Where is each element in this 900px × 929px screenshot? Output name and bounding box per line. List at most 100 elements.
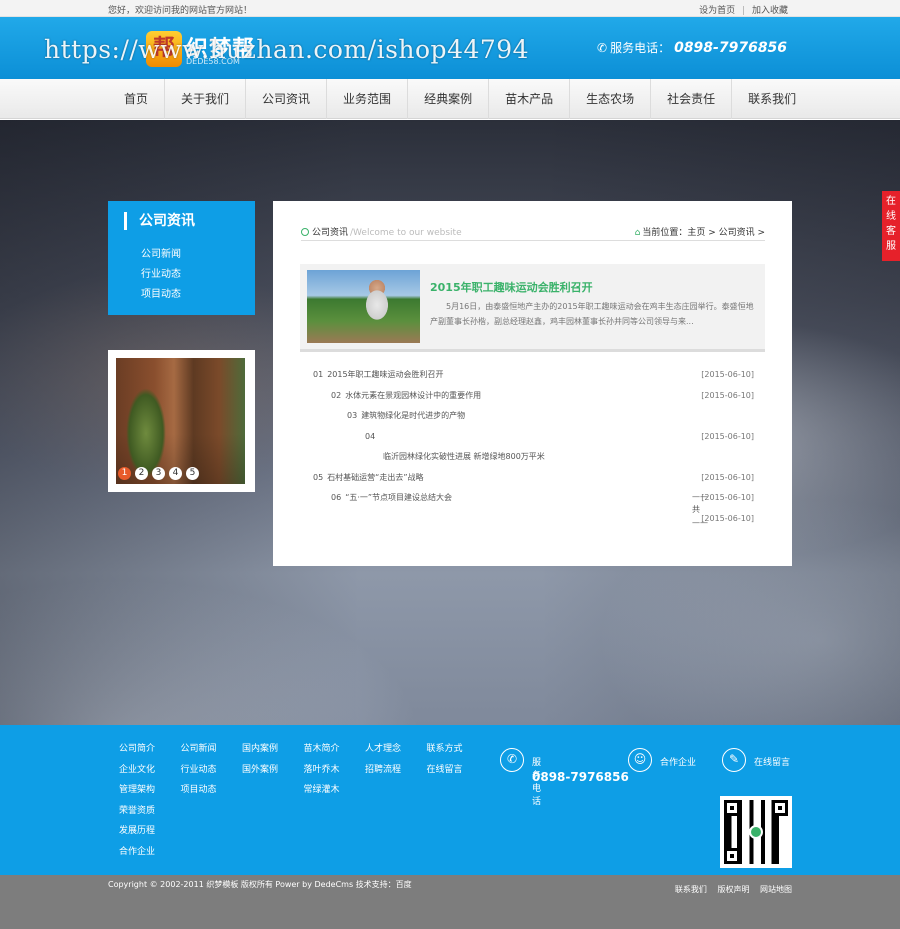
online-char: 客 <box>886 226 896 237</box>
footer-link[interactable]: 发展历程 <box>119 821 181 842</box>
slider-dot[interactable]: 2 <box>135 467 148 480</box>
breadcrumb-links[interactable]: 主页 > 公司资讯 > <box>687 228 765 238</box>
nav-item-home[interactable]: 首页 <box>108 79 166 119</box>
circle-arrow-icon <box>301 228 309 236</box>
featured-news-title[interactable]: 2015年职工趣味运动会胜利召开 <box>430 279 593 295</box>
phone-number: 0898-7976856 <box>674 40 788 56</box>
nav-item-products[interactable]: 苗木产品 <box>489 79 571 119</box>
featured-news[interactable]: 2015年职工趣味运动会胜利召开 5月16日，由泰盛恒地产主办的2015年职工趣… <box>300 264 765 352</box>
online-service-tab[interactable]: 在 线 客 服 <box>882 191 900 261</box>
online-char: 服 <box>886 241 896 252</box>
news-item[interactable]: 04 [2015-06-10] <box>313 427 754 448</box>
news-number: 05 <box>313 472 324 482</box>
slider-dot[interactable]: 3 <box>152 467 165 480</box>
footer-link[interactable]: 在线留言 <box>427 760 489 781</box>
nav-item-contact[interactable]: 联系我们 <box>732 79 812 119</box>
nav-item-about[interactable]: 关于我们 <box>165 79 247 119</box>
news-title[interactable]: 2015年职工趣味运动会胜利召开 <box>327 370 443 379</box>
footer-link[interactable]: 管理架构 <box>119 780 181 801</box>
nav-item-farm[interactable]: 生态农场 <box>570 79 652 119</box>
phone-label: 服务电话： <box>610 41 671 55</box>
footer-column: 公司新闻 行业动态 项目动态 <box>181 739 243 862</box>
online-char: 在 <box>886 196 896 207</box>
footer-link[interactable]: 企业文化 <box>119 760 181 781</box>
footer-link[interactable]: 人才理念 <box>365 739 427 760</box>
section-title-text: 公司资讯 <box>312 228 349 238</box>
site-header: 帮 织梦帮 DEDE58.COM https://www.huzhan.com/… <box>0 17 900 79</box>
footer-link[interactable]: 落叶乔木 <box>304 760 366 781</box>
site-footer: 公司简介 企业文化 管理架构 荣誉资质 发展历程 合作企业 公司新闻 行业动态 项目动态 国内案例… <box>0 725 900 875</box>
news-title[interactable]: 建筑物绿化是时代进步的产物 <box>361 411 465 420</box>
breadcrumb: ⌂ 当前位置：主页 > 公司资讯 > <box>635 225 765 238</box>
slider-dot[interactable]: 4 <box>169 467 182 480</box>
footer-column: 联系方式 在线留言 <box>427 739 489 862</box>
nav-item-cases[interactable]: 经典案例 <box>408 79 490 119</box>
footer-link[interactable]: 苗木简介 <box>304 739 366 760</box>
footer-link[interactable]: 公司新闻 <box>181 739 243 760</box>
news-title[interactable]: 水体元素在景观园林设计中的重要作用 <box>345 391 481 400</box>
news-list: 01 2015年职工趣味运动会胜利召开 [2015-06-10] 02 水体元素在景观园… <box>313 365 754 529</box>
handshake-icon: ☺ <box>628 748 652 772</box>
footer-link[interactable]: 国内案例 <box>242 739 304 760</box>
footer-partner[interactable]: ☺ 合作企业 <box>628 748 696 772</box>
top-links: 设为首页 | 加入收藏 <box>699 3 788 16</box>
sidebar-item-industry[interactable]: 行业动态 <box>141 265 181 285</box>
set-home-link[interactable]: 设为首页 <box>699 6 735 16</box>
footer-message[interactable]: ✎ 在线留言 <box>722 748 790 772</box>
qr-code <box>720 796 792 868</box>
news-title[interactable]: 临沂园林绿化实破性进展 新增绿地800万平米 <box>383 452 545 461</box>
footer-column: 人才理念 招聘流程 <box>365 739 427 862</box>
message-label[interactable]: 在线留言 <box>754 755 790 768</box>
footer-link[interactable]: 公司简介 <box>119 739 181 760</box>
nav-item-news[interactable]: 公司资讯 <box>246 79 328 119</box>
news-item[interactable]: 01 2015年职工趣味运动会胜利召开 [2015-06-10] <box>313 365 754 386</box>
sidebar-title: 公司资讯 <box>124 212 195 230</box>
footer-link[interactable]: 常绿灌木 <box>304 780 366 801</box>
top-bar: 您好，欢迎访问我的网站官方网站！ 设为首页 | 加入收藏 <box>0 0 900 17</box>
home-icon: ⌂ <box>634 228 641 238</box>
news-item[interactable]: 02 水体元素在景观园林设计中的重要作用 [2015-06-10] <box>313 386 754 407</box>
featured-news-desc: 5月16日，由泰盛恒地产主办的2015年职工趣味运动会在鸡丰生态庄园举行。泰盛恒… <box>430 302 754 326</box>
news-item[interactable]: 05 石村基础运营“走出去”战略 [2015-06-10] <box>313 468 754 489</box>
header-phone: ✆ 服务电话： 0898-7976856 <box>597 39 787 56</box>
pager-total: 共 <box>692 505 700 514</box>
footer-link[interactable]: 荣誉资质 <box>119 801 181 822</box>
sidebar-item-projects[interactable]: 项目动态 <box>141 285 181 305</box>
nav-item-responsibility[interactable]: 社会责任 <box>651 79 733 119</box>
footer-link[interactable]: 行业动态 <box>181 760 243 781</box>
footer-link-columns: 公司简介 企业文化 管理架构 荣誉资质 发展历程 合作企业 公司新闻 行业动态 项目动态 国内案例… <box>119 739 488 862</box>
news-title[interactable]: “五·一”节点项目建设总结大会 <box>345 493 452 502</box>
slider-image[interactable] <box>116 358 245 484</box>
phone-icon: ✆ <box>597 41 608 55</box>
nav-item-business[interactable]: 业务范围 <box>327 79 409 119</box>
add-favorite-link[interactable]: 加入收藏 <box>752 6 788 16</box>
slider-dot[interactable]: 5 <box>186 467 199 480</box>
footer-link[interactable]: 项目动态 <box>181 780 243 801</box>
news-item[interactable]: [2015-06-10] <box>313 509 754 530</box>
footer-link[interactable]: 招聘流程 <box>365 760 427 781</box>
partner-label[interactable]: 合作企业 <box>660 755 696 768</box>
message-icon: ✎ <box>722 748 746 772</box>
contact-us-link[interactable]: 联系我们 <box>675 885 707 894</box>
copyright-notice-link[interactable]: 版权声明 <box>717 885 749 894</box>
news-number: 01 <box>313 370 324 379</box>
slider-dot[interactable]: 1 <box>118 467 131 480</box>
watermark-url: https://www.huzhan.com/ishop44794 <box>44 35 530 64</box>
news-item[interactable]: 03 建筑物绿化是时代进步的产物 <box>313 406 754 427</box>
news-title[interactable]: 石村基础运营“走出去”战略 <box>327 473 423 482</box>
copyright-links: 联系我们 版权声明 网站地图 <box>667 884 792 895</box>
footer-link[interactable]: 联系方式 <box>427 739 489 760</box>
footer-link[interactable]: 合作企业 <box>119 842 181 863</box>
top-link-separator: | <box>742 6 746 16</box>
news-date: [2015-06-10] <box>701 472 754 482</box>
featured-news-image[interactable] <box>307 270 420 343</box>
news-date: [2015-06-10] <box>701 513 754 523</box>
news-date: [2015-06-10] <box>701 431 754 441</box>
news-item[interactable]: 临沂园林绿化实破性进展 新增绿地800万平米 <box>313 447 754 468</box>
footer-service: ✆ 服务电话 0898-7976856 <box>500 748 629 807</box>
footer-link[interactable]: 国外案例 <box>242 760 304 781</box>
sitemap-link[interactable]: 网站地图 <box>760 885 792 894</box>
news-item[interactable]: 06 “五·一”节点项目建设总结大会 [2015-06-10] <box>313 488 754 509</box>
slider-pagination: 1 2 3 4 5 <box>118 467 199 480</box>
sidebar-item-company-news[interactable]: 公司新闻 <box>141 245 181 265</box>
